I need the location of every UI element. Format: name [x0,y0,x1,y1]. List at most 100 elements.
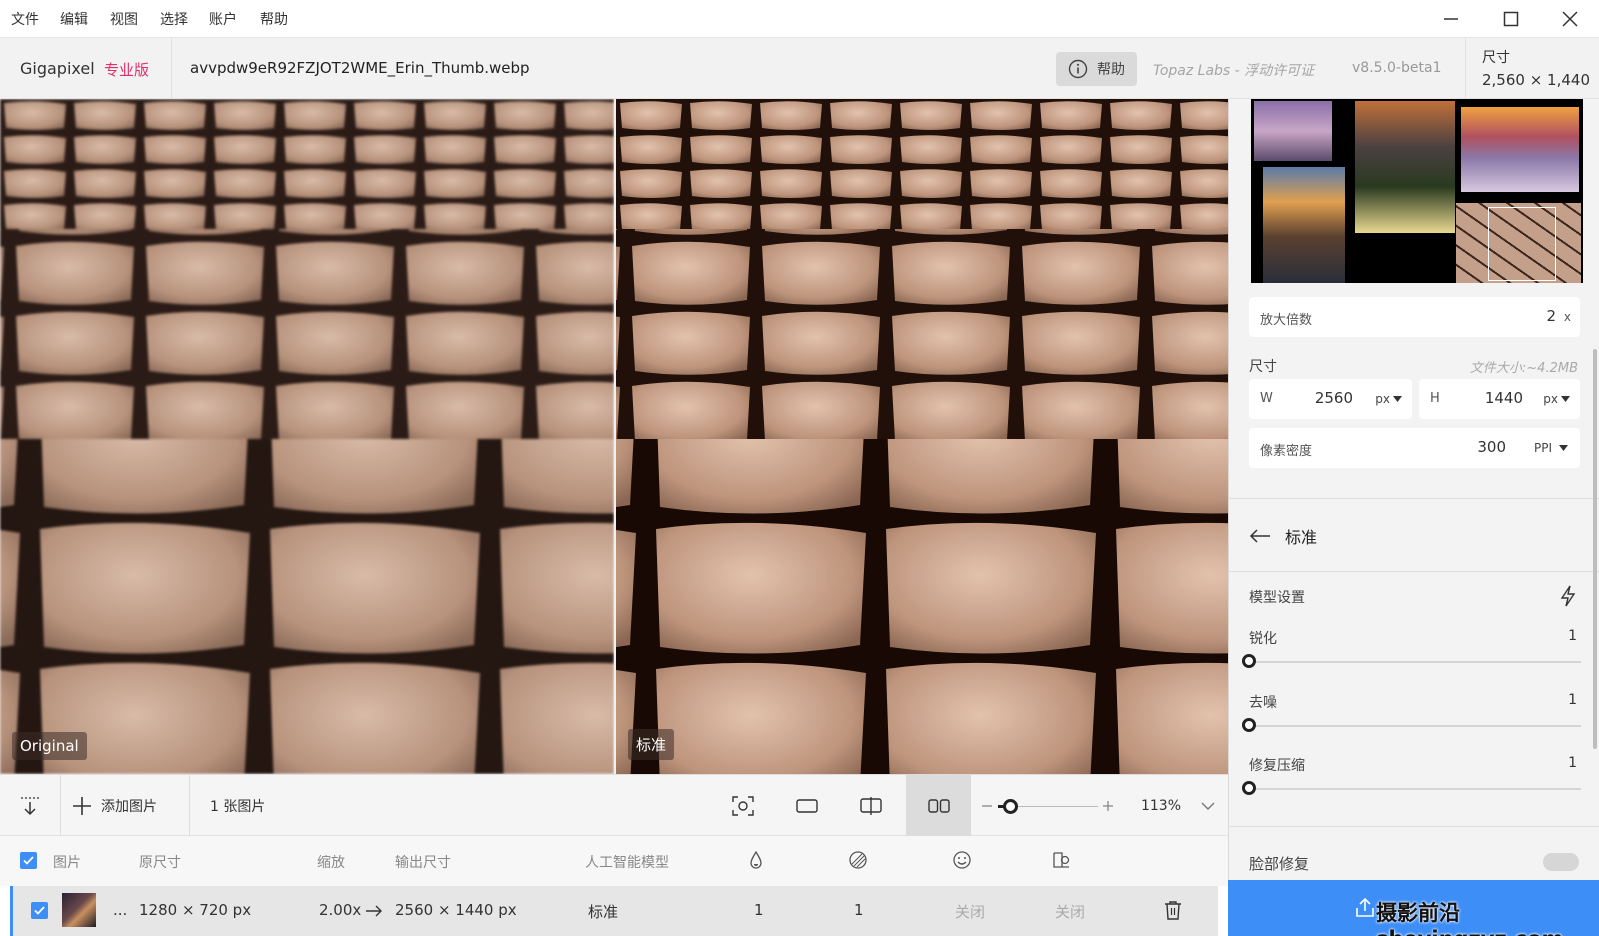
model-name: 标准 [1285,528,1318,547]
output-dimension-label: 尺寸 [1482,50,1510,66]
edition-badge: 专业版 [104,61,150,79]
enhanced-label: 标准 [628,729,675,760]
zoom-slider-knob[interactable] [1003,799,1018,814]
denoise-slider-knob[interactable] [1242,718,1256,732]
split-view-button[interactable] [846,775,896,837]
navigator-viewport[interactable] [1488,207,1556,281]
menu-view[interactable]: 视图 [110,9,138,29]
plus-icon [73,797,91,815]
bottom-toolbar: 添加图片 1 张图片 113% [0,774,1228,837]
column-color [1052,850,1072,874]
snapshot-button[interactable] [718,775,768,837]
trash-icon[interactable] [1164,900,1182,920]
ai-model-value: 标准 [588,903,619,921]
output-size-value: 2560 × 1440 px [395,901,517,919]
face-recovery-toggle[interactable] [1543,853,1579,871]
divider [60,775,61,837]
scale-field[interactable]: 放大倍数 2 x [1249,297,1580,337]
height-label: H [1430,391,1440,406]
zoom-out-button[interactable] [978,775,996,837]
side-by-side-icon [927,799,950,813]
minimize-button[interactable] [1422,0,1480,38]
enhanced-preview[interactable]: 标准 [616,99,1228,774]
zoom-level-value: 113% [1140,798,1182,814]
minus-icon [982,805,992,807]
recover-compression-value[interactable]: 1 [1568,755,1577,771]
scale-label: 放大倍数 [1260,313,1313,328]
divider [171,38,172,99]
width-value[interactable]: 2560 [1315,389,1353,407]
navigator-thumbnails[interactable] [1251,99,1583,283]
width-unit[interactable]: px [1375,392,1390,406]
model-back-button[interactable]: 标准 [1249,521,1317,551]
download-button[interactable] [0,775,60,837]
menu-help[interactable]: 帮助 [260,9,288,29]
zoom-dropdown[interactable] [1196,775,1220,837]
arrow-right-icon [366,905,382,917]
original-label: Original [12,732,87,760]
caret-down-icon [1559,445,1568,451]
column-face-recovery [952,850,972,874]
check-icon [34,906,45,915]
thumbnail-4[interactable] [1263,167,1345,283]
pixel-density-unit[interactable]: PPI [1534,441,1552,455]
plus-icon [1103,801,1113,811]
denoise-slider-track[interactable] [1249,725,1581,727]
scale-value: 2.00x [319,901,362,919]
zoom-in-button[interactable] [1099,775,1117,837]
face-recovery-label: 脸部修复 [1249,855,1310,873]
height-value[interactable]: 1440 [1485,389,1523,407]
single-view-icon [796,799,818,813]
sharpen-slider-track[interactable] [1249,661,1581,663]
panel-scrollbar[interactable] [1593,349,1597,749]
minimize-icon [1444,18,1458,20]
row-checkbox[interactable] [31,902,48,919]
select-all-checkbox[interactable] [20,852,37,869]
divider [1229,571,1599,572]
zoom-level[interactable]: 113% [1136,775,1186,837]
enhanced-image [616,99,1228,774]
table-row[interactable]: ... 1280 × 720 px 2.00x 2560 × 1440 px 标… [10,886,1218,936]
color-adjust-icon [1053,852,1070,868]
recover-compression-slider-knob[interactable] [1242,781,1256,795]
column-denoise [848,850,868,874]
scale-value[interactable]: 2 [1546,307,1556,325]
scale-unit: x [1563,310,1571,324]
menu-file[interactable]: 文件 [11,9,39,29]
close-button[interactable] [1541,0,1599,38]
thumbnail-2[interactable] [1355,101,1455,233]
thumbnail-3[interactable] [1461,107,1579,192]
download-icon [21,797,39,816]
droplet-icon [750,850,762,869]
lightning-icon[interactable] [1559,585,1577,607]
maximize-button[interactable] [1482,0,1540,38]
denoise-label: 去噪 [1249,695,1277,711]
add-images-button[interactable]: 添加图片 [72,775,182,837]
menu-account[interactable]: 账户 [209,9,237,29]
column-sharpen [748,850,764,874]
column-scale: 缩放 [317,855,345,871]
thumbnail-1[interactable] [1254,101,1332,161]
menu-select[interactable]: 选择 [160,9,188,29]
caret-down-icon [1561,396,1570,402]
sharpen-slider-knob[interactable] [1242,654,1256,668]
original-size-value: 1280 × 720 px [139,901,252,919]
maximize-icon [1503,11,1519,27]
denoise-value[interactable]: 1 [1568,692,1577,708]
close-icon [1562,11,1578,27]
sharpen-value[interactable]: 1 [1568,628,1577,644]
width-label: W [1260,391,1273,406]
denoise-value: 1 [854,901,864,919]
side-by-side-view-button[interactable] [906,775,971,837]
single-view-button[interactable] [782,775,832,837]
image-count: 1 张图片 [210,775,310,837]
height-field[interactable]: H 1440 px [1419,379,1580,419]
original-preview[interactable]: Original [0,99,614,774]
pixel-density-field[interactable]: 像素密度 300 PPI [1249,428,1580,468]
height-unit[interactable]: px [1543,392,1558,406]
width-field[interactable]: W 2560 px [1249,379,1412,419]
recover-compression-slider-track[interactable] [1249,788,1581,790]
menu-edit[interactable]: 编辑 [60,9,88,29]
pixel-density-value[interactable]: 300 [1477,438,1506,456]
help-button[interactable]: 帮助 [1056,52,1137,86]
